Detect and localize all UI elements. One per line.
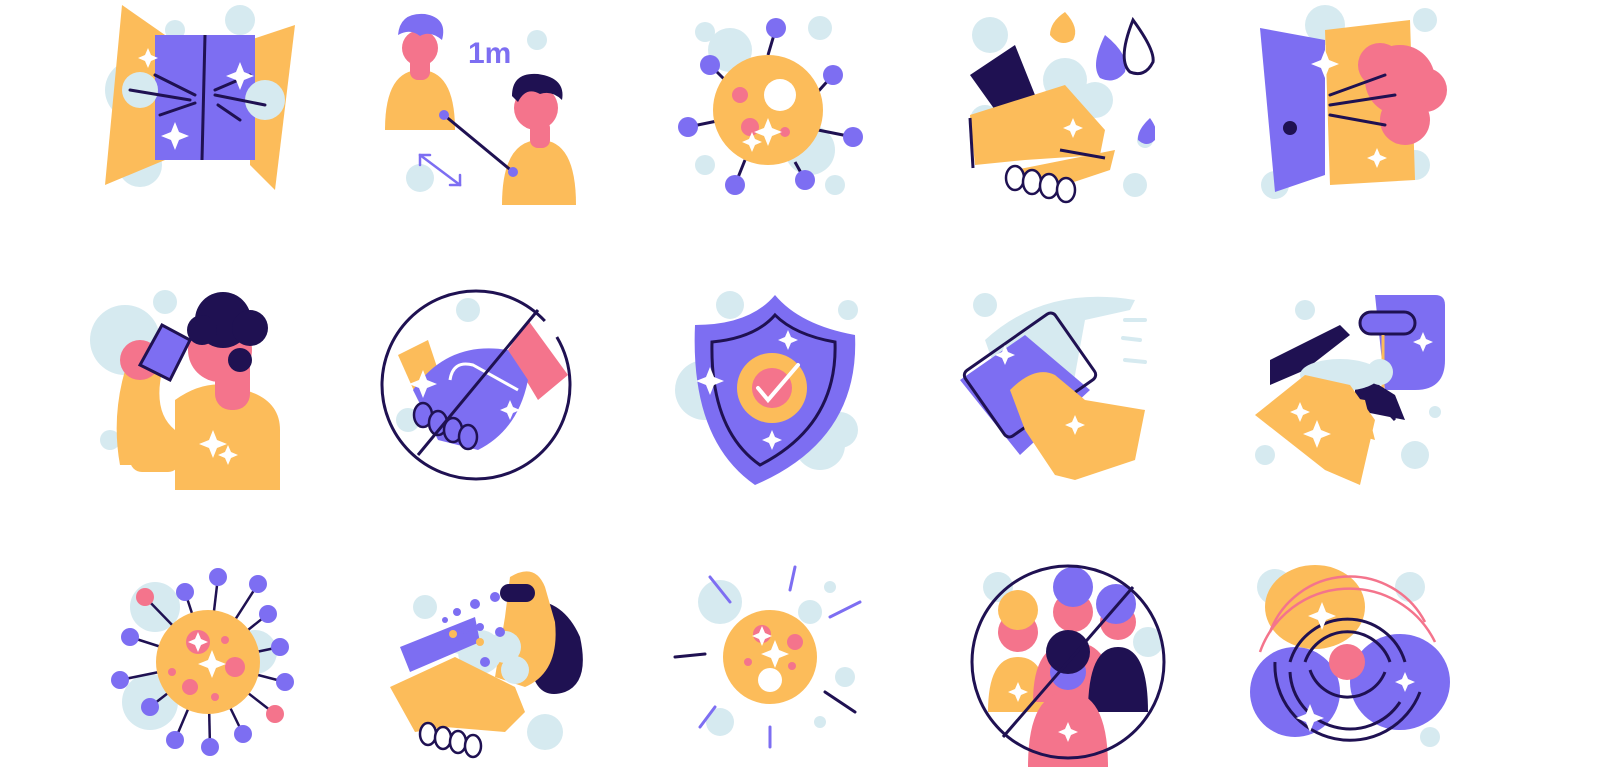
soap-dispenser-icon xyxy=(1245,280,1445,490)
protection-shield-check-icon xyxy=(670,280,870,490)
icon-grid: 1m xyxy=(0,0,1600,777)
hand-soap-foam-icon xyxy=(385,562,585,772)
social-distance-1m-icon: 1m xyxy=(380,0,580,210)
open-door-ventilation-icon xyxy=(1255,0,1455,210)
no-crowds-icon xyxy=(968,562,1168,772)
virus-cell-icon xyxy=(670,0,870,210)
open-window-fresh-air-icon xyxy=(100,0,300,210)
drink-water-icon xyxy=(90,280,290,490)
bacteria-germ-icon xyxy=(670,562,870,772)
distance-label: 1m xyxy=(468,37,511,70)
spreading-infection-icon xyxy=(1250,562,1450,772)
coronavirus-icon xyxy=(100,562,300,772)
no-handshake-icon xyxy=(378,280,578,490)
wipe-surface-icon xyxy=(955,280,1155,490)
wash-hands-icon xyxy=(955,0,1155,210)
